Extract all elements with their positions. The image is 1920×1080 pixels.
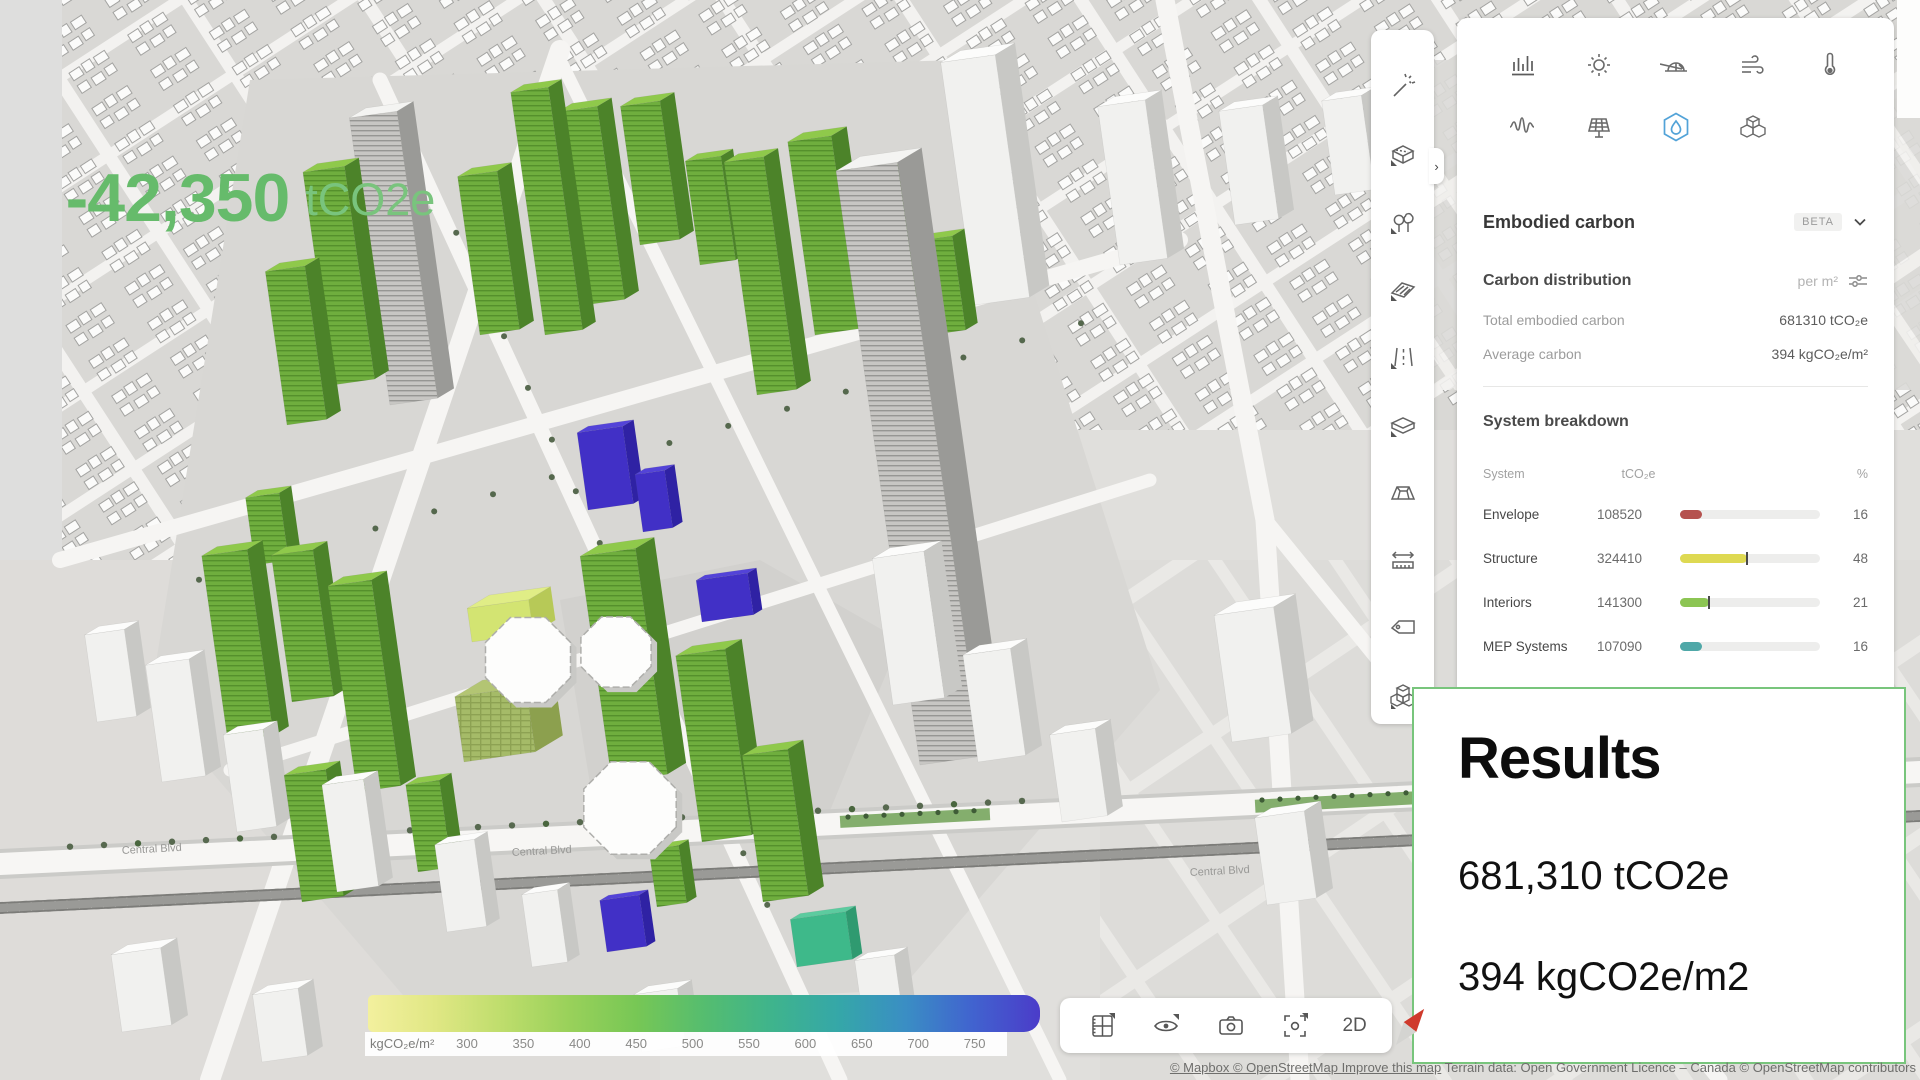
results-card: Results 681,310 tCO2e 394 kgCO2e/m2 xyxy=(1412,687,1906,1064)
sliders-icon xyxy=(1848,273,1868,289)
materials-cubes-icon[interactable] xyxy=(1736,110,1770,144)
daylight-analysis-icon[interactable] xyxy=(1659,48,1693,82)
visibility-eye-icon[interactable] xyxy=(1149,1009,1183,1043)
results-total: 681,310 tCO2e xyxy=(1458,854,1884,899)
road-tool-icon[interactable] xyxy=(1387,341,1419,373)
legend-tick: 550 xyxy=(738,1036,760,1051)
envelope-bar xyxy=(1680,510,1820,519)
attribution-links[interactable]: © Mapbox © OpenStreetMap Improve this ma… xyxy=(1170,1060,1441,1075)
carbon-legend-labels: kgCO₂e/m² 300 350 400 450 500 550 600 650 700 750 xyxy=(365,1032,1007,1056)
panel-title: Embodied carbon xyxy=(1483,212,1635,233)
legend-tick: 450 xyxy=(625,1036,647,1051)
camera-icon[interactable] xyxy=(1214,1009,1248,1043)
building-tool-icon[interactable] xyxy=(1387,138,1419,170)
carbon-legend-gradient xyxy=(368,995,1040,1032)
analysis-icon-grid xyxy=(1483,34,1868,158)
structure-bar xyxy=(1680,554,1820,563)
legend-tick: 750 xyxy=(964,1036,986,1051)
statistics-icon[interactable] xyxy=(1505,48,1539,82)
interiors-bar xyxy=(1680,598,1820,607)
legend-tick: 500 xyxy=(682,1036,704,1051)
side-panel-edge xyxy=(1897,0,1920,118)
breakdown-row-structure: Structure 324410 48 xyxy=(1483,545,1868,571)
view-toolbar: 2D xyxy=(1060,998,1392,1053)
average-carbon-label: Average carbon xyxy=(1483,346,1582,362)
attribution-text: Terrain data: Open Government Licence – … xyxy=(1441,1060,1916,1075)
volume-tool-icon[interactable] xyxy=(1387,477,1419,509)
legend-tick: 300 xyxy=(456,1036,478,1051)
map-attribution: © Mapbox © OpenStreetMap Improve this ma… xyxy=(1170,1060,1916,1075)
zone-tool-icon[interactable] xyxy=(1387,409,1419,441)
legend-tick: 700 xyxy=(907,1036,929,1051)
results-title: Results xyxy=(1458,725,1884,792)
design-toolbar xyxy=(1371,30,1434,724)
carbon-delta-value: -42,350 xyxy=(66,159,290,237)
divider xyxy=(1483,386,1868,387)
beta-badge: BETA xyxy=(1794,213,1842,231)
sun-analysis-icon[interactable] xyxy=(1582,48,1616,82)
layers-grid-icon[interactable] xyxy=(1085,1009,1119,1043)
surface-tool-icon[interactable] xyxy=(1387,273,1419,305)
focus-selection-icon[interactable] xyxy=(1278,1009,1312,1043)
per-m2-toggle[interactable]: per m² xyxy=(1798,273,1868,289)
app-window: Central BlvdCentral BlvdCentral Blvd -42… xyxy=(0,0,1920,1080)
legend-tick: 600 xyxy=(795,1036,817,1051)
label-tool-icon[interactable] xyxy=(1387,612,1419,644)
compass-needle-icon[interactable] xyxy=(1388,1000,1432,1054)
breakdown-header: System tCO₂e % xyxy=(1483,465,1868,483)
mep-bar xyxy=(1680,642,1820,651)
measure-tool-icon[interactable] xyxy=(1387,544,1419,576)
toolbar-expand-chevron-icon[interactable]: › xyxy=(1429,148,1444,184)
collapse-chevron-icon[interactable] xyxy=(1852,214,1868,230)
breakdown-row-envelope: Envelope 108520 16 xyxy=(1483,501,1868,527)
total-carbon-label: Total embodied carbon xyxy=(1483,312,1625,328)
2d-mode-button[interactable]: 2D xyxy=(1342,1015,1366,1037)
embodied-carbon-analysis-icon[interactable] xyxy=(1659,110,1693,144)
wind-analysis-icon[interactable] xyxy=(1736,48,1770,82)
system-breakdown-title: System breakdown xyxy=(1483,413,1868,435)
carbon-distribution-title: Carbon distribution xyxy=(1483,272,1631,290)
total-carbon-value: 681310 tCO₂e xyxy=(1779,312,1868,328)
legend-tick: 350 xyxy=(513,1036,535,1051)
breakdown-row-mep: MEP Systems 107090 16 xyxy=(1483,633,1868,659)
carbon-delta-unit: tCO2e xyxy=(305,174,435,226)
magic-wand-icon[interactable] xyxy=(1387,70,1419,102)
legend-tick: 650 xyxy=(851,1036,873,1051)
analysis-panel: Embodied carbon BETA Carbon distribution… xyxy=(1457,18,1894,714)
legend-tick: 400 xyxy=(569,1036,591,1051)
results-average: 394 kgCO2e/m2 xyxy=(1458,955,1884,1000)
microclimate-analysis-icon[interactable] xyxy=(1813,48,1847,82)
legend-unit: kgCO₂e/m² xyxy=(370,1036,434,1051)
noise-analysis-icon[interactable] xyxy=(1505,110,1539,144)
solar-panel-analysis-icon[interactable] xyxy=(1582,110,1616,144)
vegetation-tool-icon[interactable] xyxy=(1387,206,1419,238)
breakdown-row-interiors: Interiors 141300 21 xyxy=(1483,589,1868,615)
average-carbon-value: 394 kgCO₂e/m² xyxy=(1772,346,1868,362)
